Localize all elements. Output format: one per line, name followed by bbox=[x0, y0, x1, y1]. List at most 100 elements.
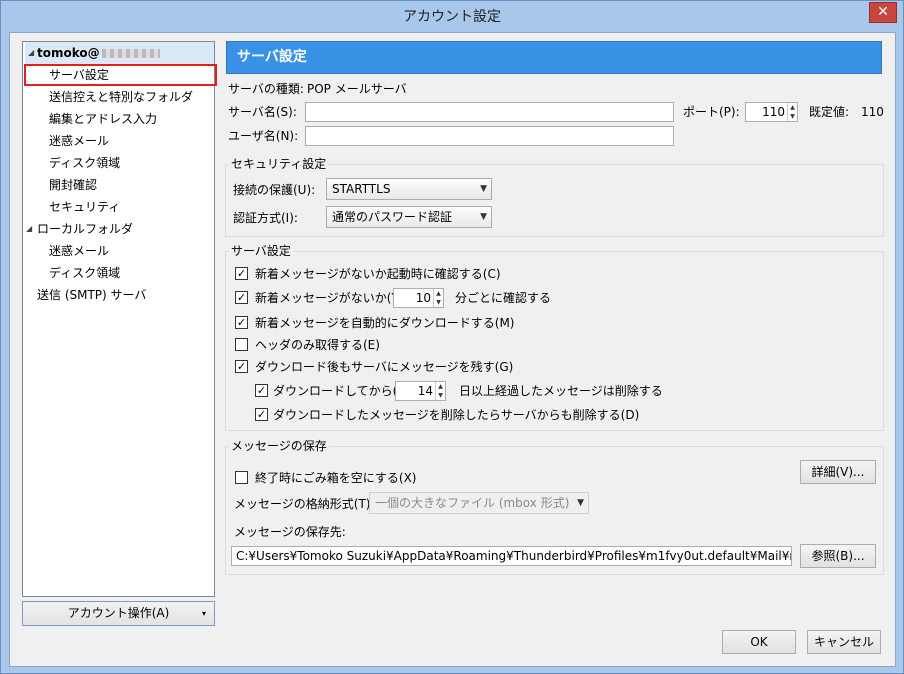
tree-item-label: 迷惑メール bbox=[49, 134, 110, 148]
delete-from-server-checkbox[interactable]: ✓ bbox=[255, 408, 268, 421]
advanced-button[interactable]: 詳細(V)... bbox=[800, 460, 876, 484]
window-title: アカウント設定 bbox=[403, 9, 501, 25]
chevron-down-icon: ▼ bbox=[480, 184, 487, 194]
tree-item-label: 送信 (SMTP) サーバ bbox=[37, 288, 147, 302]
tree-local-folders[interactable]: ◢ ローカルフォルダ bbox=[23, 218, 133, 240]
cancel-button[interactable]: キャンセル bbox=[807, 630, 881, 654]
spin-arrows[interactable]: ▲ ▼ bbox=[435, 382, 445, 400]
storage-format-select[interactable]: 一個の大きなファイル (mbox 形式) ▼ bbox=[369, 492, 589, 514]
spin-up-icon[interactable]: ▲ bbox=[790, 104, 795, 111]
tree-item-label: セキュリティ bbox=[49, 200, 121, 214]
port-value: 110 bbox=[762, 105, 785, 119]
auth-method-label: 認証方式(I): bbox=[233, 211, 298, 225]
browse-button[interactable]: 参照(B)... bbox=[800, 544, 876, 568]
user-name-label: ユーザ名(N): bbox=[228, 129, 299, 143]
expand-icon[interactable]: ◢ bbox=[26, 218, 32, 240]
server-settings-group-title: サーバ設定 bbox=[229, 244, 293, 258]
default-port-value: 110 bbox=[861, 105, 884, 119]
tree-item-local-junk[interactable]: 迷惑メール bbox=[23, 240, 109, 262]
delete-from-server-label: ダウンロードしたメッセージを削除したらサーバからも削除する(D) bbox=[273, 408, 640, 422]
spin-down-icon[interactable]: ▼ bbox=[790, 113, 795, 120]
check-on-startup-label: 新着メッセージがないか起動時に確認する(C) bbox=[255, 267, 501, 281]
dialog-body: ◢ tomoko@ サーバ設定 送信控えと特別なフォルダ 編集とアドレス入力 迷… bbox=[9, 32, 896, 667]
port-label: ポート(P): bbox=[683, 105, 740, 119]
connection-security-select[interactable]: STARTTLS ▼ bbox=[326, 178, 492, 200]
connection-security-label: 接続の保護(U): bbox=[233, 183, 316, 197]
delete-after-label: ダウンロードしてから(O) bbox=[273, 384, 412, 398]
expand-icon[interactable]: ◢ bbox=[28, 42, 34, 64]
spin-up-icon[interactable]: ▲ bbox=[436, 290, 441, 297]
tree-account[interactable]: ◢ tomoko@ bbox=[25, 42, 214, 64]
tree-item-label: ディスク領域 bbox=[49, 266, 121, 280]
spin-down-icon[interactable]: ▼ bbox=[436, 299, 441, 306]
redacted-email bbox=[101, 49, 160, 58]
delete-days-value: 14 bbox=[417, 384, 433, 398]
tree-item-label: ローカルフォルダ bbox=[37, 222, 134, 236]
tree-item-label: 送信控えと特別なフォルダ bbox=[49, 90, 194, 104]
tree-item-copies-folders[interactable]: 送信控えと特別なフォルダ bbox=[23, 86, 193, 108]
auto-download-checkbox[interactable]: ✓ bbox=[235, 316, 248, 329]
headers-only-checkbox[interactable] bbox=[235, 338, 248, 351]
auth-method-select[interactable]: 通常のパスワード認証 ▼ bbox=[326, 206, 492, 228]
connection-security-value: STARTTLS bbox=[332, 182, 391, 196]
leave-on-server-label: ダウンロード後もサーバにメッセージを残す(G) bbox=[255, 360, 514, 374]
account-settings-window: アカウント設定 ✕ ◢ tomoko@ サーバ設定 送信控えと特別なフォルダ 編… bbox=[0, 0, 904, 674]
empty-trash-checkbox[interactable] bbox=[235, 471, 248, 484]
spin-down-icon[interactable]: ▼ bbox=[438, 392, 443, 399]
tree-item-label: 編集とアドレス入力 bbox=[49, 112, 158, 126]
ok-button[interactable]: OK bbox=[722, 630, 796, 654]
default-port-label: 既定値: bbox=[809, 105, 850, 119]
account-actions-label: アカウント操作(A) bbox=[67, 606, 170, 620]
leave-on-server-checkbox[interactable]: ✓ bbox=[235, 360, 248, 373]
storage-location-label: メッセージの保存先: bbox=[234, 525, 346, 539]
tree-item-disk-space[interactable]: ディスク領域 bbox=[23, 152, 120, 174]
storage-format-label: メッセージの格納形式(T): bbox=[234, 497, 375, 511]
tree-item-label: ディスク領域 bbox=[49, 156, 121, 170]
account-tree[interactable]: ◢ tomoko@ サーバ設定 送信控えと特別なフォルダ 編集とアドレス入力 迷… bbox=[22, 41, 217, 597]
tree-item-smtp[interactable]: 送信 (SMTP) サーバ bbox=[23, 284, 146, 306]
tree-item-security[interactable]: セキュリティ bbox=[23, 196, 120, 218]
account-actions-button[interactable]: アカウント操作(A) ▾ bbox=[22, 601, 215, 626]
account-name: tomoko@ bbox=[37, 46, 100, 60]
tree-item-local-disk-space[interactable]: ディスク領域 bbox=[23, 262, 120, 284]
chevron-down-icon: ▾ bbox=[201, 609, 206, 618]
storage-format-value: 一個の大きなファイル (mbox 形式) bbox=[375, 496, 570, 510]
check-every-label: 新着メッセージがないか(Y) bbox=[255, 291, 404, 305]
tree-item-junk[interactable]: 迷惑メール bbox=[23, 130, 109, 152]
tree-item-return-receipts[interactable]: 開封確認 bbox=[23, 174, 97, 196]
server-name-input[interactable] bbox=[305, 102, 674, 122]
spin-arrows[interactable]: ▲ ▼ bbox=[787, 103, 797, 121]
server-name-label: サーバ名(S): bbox=[228, 105, 297, 119]
tree-item-label: サーバ設定 bbox=[49, 68, 109, 82]
storage-location-input[interactable]: C:¥Users¥Tomoko Suzuki¥AppData¥Roaming¥T… bbox=[231, 546, 792, 566]
security-group-title: セキュリティ設定 bbox=[229, 157, 329, 171]
chevron-down-icon: ▼ bbox=[480, 212, 487, 222]
security-group bbox=[225, 164, 884, 237]
delete-days-suffix: 日以上経過したメッセージは削除する bbox=[459, 384, 663, 398]
check-interval-suffix: 分ごとに確認する bbox=[455, 291, 552, 305]
port-stepper[interactable]: 110 ▲ ▼ bbox=[745, 102, 798, 122]
check-interval-stepper[interactable]: 10 ▲ ▼ bbox=[393, 288, 444, 308]
tree-item-label: 開封確認 bbox=[49, 178, 98, 192]
check-interval-value: 10 bbox=[415, 291, 431, 305]
user-name-input[interactable] bbox=[305, 126, 674, 146]
close-button[interactable]: ✕ bbox=[869, 2, 897, 23]
spin-arrows[interactable]: ▲ ▼ bbox=[433, 289, 443, 307]
server-type-value: POP メールサーバ bbox=[307, 82, 407, 96]
message-storage-group-title: メッセージの保存 bbox=[229, 439, 329, 453]
spin-up-icon[interactable]: ▲ bbox=[438, 383, 443, 390]
chevron-down-icon: ▼ bbox=[577, 498, 584, 508]
check-on-startup-checkbox[interactable]: ✓ bbox=[235, 267, 248, 280]
delete-after-checkbox[interactable]: ✓ bbox=[255, 384, 268, 397]
auth-method-value: 通常のパスワード認証 bbox=[332, 210, 453, 224]
check-every-checkbox[interactable]: ✓ bbox=[235, 291, 248, 304]
delete-days-stepper[interactable]: 14 ▲ ▼ bbox=[395, 381, 446, 401]
server-type-label: サーバの種類: bbox=[228, 82, 304, 96]
tree-item-server-settings[interactable]: サーバ設定 bbox=[24, 64, 217, 86]
headers-only-label: ヘッダのみ取得する(E) bbox=[255, 338, 380, 352]
tree-item-composition[interactable]: 編集とアドレス入力 bbox=[23, 108, 157, 130]
empty-trash-label: 終了時にごみ箱を空にする(X) bbox=[255, 471, 417, 485]
page-title: サーバ設定 bbox=[226, 41, 882, 74]
auto-download-label: 新着メッセージを自動的にダウンロードする(M) bbox=[255, 316, 515, 330]
tree-item-label: 迷惑メール bbox=[49, 244, 110, 258]
